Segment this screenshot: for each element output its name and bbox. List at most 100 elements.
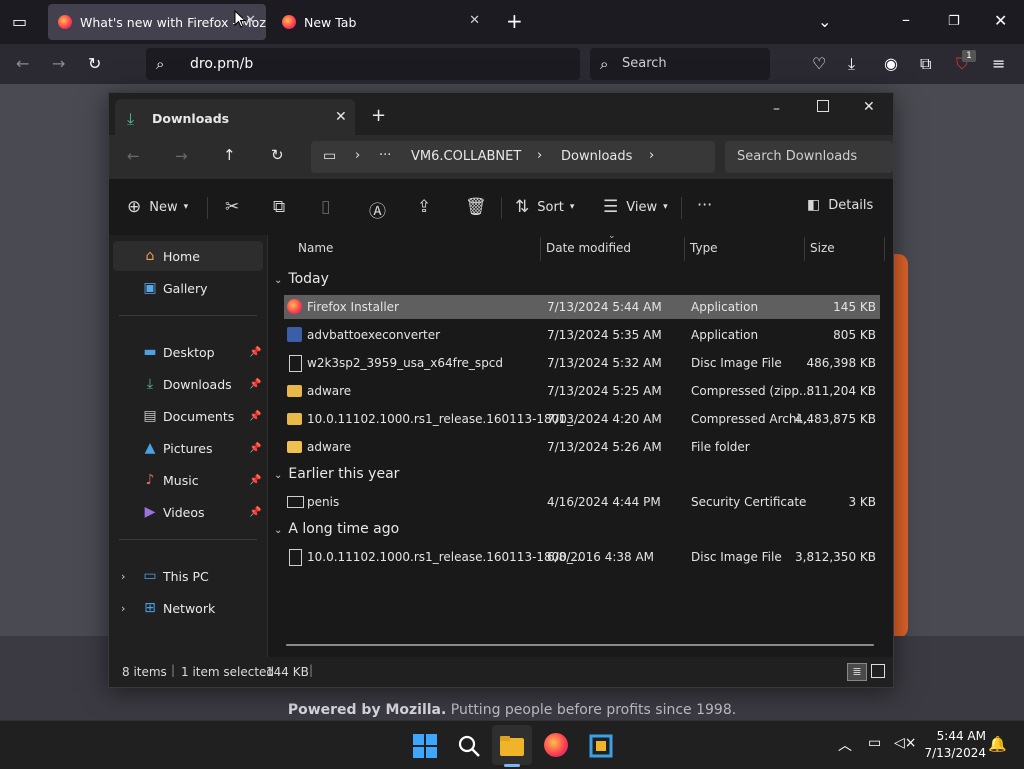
pocket-icon[interactable]: ♡ <box>812 56 826 72</box>
column-header-size[interactable]: Size <box>810 235 835 261</box>
paste-button[interactable]: ▯ <box>321 197 330 217</box>
forward-arrow-icon[interactable]: → <box>52 56 65 72</box>
group-header-a-long-time-ago[interactable]: ⌄ A long time ago <box>274 521 399 537</box>
table-row[interactable]: Firefox Installer 7/13/2024 5:44 AM Appl… <box>284 295 880 319</box>
column-divider[interactable] <box>884 237 885 261</box>
chevron-right-icon[interactable]: › <box>537 148 542 163</box>
back-arrow-icon[interactable]: ← <box>16 56 29 72</box>
column-divider[interactable] <box>684 237 685 261</box>
extensions-icon[interactable]: ⧉ <box>920 56 931 72</box>
nav-item-downloads[interactable]: ⤓ Downloads 📌 <box>109 369 267 399</box>
clock-date[interactable]: 7/13/2024 <box>912 746 986 760</box>
breadcrumb-more[interactable]: ··· <box>379 148 391 163</box>
table-row[interactable]: adware 7/13/2024 5:25 AM Compressed (zip… <box>284 379 880 403</box>
table-row[interactable]: advbattoexeconverter 7/13/2024 5:35 AM A… <box>284 323 880 347</box>
browser-tab-new-tab[interactable]: New Tab ✕ <box>272 4 490 40</box>
horizontal-scrollbar[interactable] <box>286 644 874 646</box>
refresh-icon[interactable]: ↻ <box>271 146 284 164</box>
table-row[interactable]: 10.0.11102.1000.rs1_release.160113-1800_… <box>284 407 880 431</box>
delete-button[interactable]: 🗑 <box>465 197 487 217</box>
chevron-right-icon[interactable]: › <box>121 570 125 583</box>
cut-button[interactable]: ✂ <box>225 197 239 217</box>
table-row[interactable]: adware 7/13/2024 5:26 AM File folder <box>284 435 880 459</box>
chevron-right-icon[interactable]: › <box>355 148 360 163</box>
reload-icon[interactable]: ↻ <box>88 56 101 72</box>
sort-button[interactable]: ⇅ Sort ▾ <box>515 197 574 217</box>
close-window-icon[interactable]: ✕ <box>994 13 1007 29</box>
explorer-titlebar: ⤓ Downloads ✕ + – ✕ <box>109 93 893 141</box>
new-button[interactable]: ⊕ New ▾ <box>127 197 188 217</box>
nav-item-this-pc[interactable]: › ▭ This PC <box>109 561 267 591</box>
account-icon[interactable]: ◉ <box>884 56 898 72</box>
view-button[interactable]: ☰ View ▾ <box>603 197 668 217</box>
share-button[interactable]: ⇪ <box>417 197 431 217</box>
new-tab-plus-icon[interactable]: + <box>371 105 386 126</box>
nav-item-gallery[interactable]: ▣ Gallery <box>109 273 267 303</box>
group-header-earlier-this-year[interactable]: ⌄ Earlier this year <box>274 466 399 482</box>
notification-bell-icon[interactable]: 🔔 <box>988 735 1007 753</box>
column-divider[interactable] <box>804 237 805 261</box>
firefox-taskbar-icon[interactable] <box>544 733 568 757</box>
search-icon[interactable] <box>456 733 482 759</box>
pin-icon[interactable]: 📌 <box>249 379 261 390</box>
column-header-date[interactable]: Date modified <box>546 235 631 261</box>
close-tab-icon[interactable]: ✕ <box>335 109 347 125</box>
close-tab-icon[interactable]: ✕ <box>469 13 480 28</box>
chevron-down-icon: ▾ <box>183 202 189 212</box>
nav-item-documents[interactable]: ▤ Documents 📌 <box>109 401 267 431</box>
windows-start-icon[interactable] <box>412 733 438 759</box>
pin-icon[interactable]: 📌 <box>249 507 261 518</box>
display-icon[interactable]: ▭ <box>868 735 881 751</box>
minimize-icon[interactable]: – <box>902 12 910 28</box>
nav-item-desktop[interactable]: ▬ Desktop 📌 <box>109 337 267 367</box>
column-header-name[interactable]: Name <box>298 235 333 261</box>
breadcrumb-vm6[interactable]: VM6.COLLABNET <box>411 149 521 164</box>
back-arrow-icon[interactable]: ← <box>127 147 140 165</box>
pin-icon[interactable]: 📌 <box>249 411 261 422</box>
pin-icon[interactable]: 📌 <box>249 475 261 486</box>
more-options-button[interactable]: ··· <box>697 195 712 214</box>
up-arrow-icon[interactable]: ↑ <box>223 146 236 164</box>
nav-item-network[interactable]: › ⊞ Network <box>109 593 267 623</box>
share-icon: ⇪ <box>417 197 432 217</box>
tiles-view-icon[interactable] <box>871 664 885 678</box>
chevron-right-icon[interactable]: › <box>649 148 654 163</box>
minimize-icon[interactable]: – <box>773 101 780 117</box>
url-bar[interactable]: ⌕ dro.pm/b <box>146 48 580 80</box>
details-pane-button[interactable]: ◧ Details <box>807 197 873 213</box>
close-window-icon[interactable]: ✕ <box>863 99 875 115</box>
downloads-icon[interactable]: ⤓ <box>848 56 855 72</box>
tab-list-icon[interactable]: ▭ <box>12 14 27 30</box>
file-explorer-icon[interactable] <box>499 733 525 759</box>
nav-item-videos[interactable]: ▶ Videos 📌 <box>109 497 267 527</box>
list-all-tabs-chevron-icon[interactable]: ⌄ <box>818 14 831 30</box>
pin-icon[interactable]: 📌 <box>249 347 261 358</box>
copy-button[interactable]: ⧉ <box>273 197 285 217</box>
nav-item-music[interactable]: ♪ Music 📌 <box>109 465 267 495</box>
restore-icon[interactable]: ❐ <box>948 14 960 30</box>
details-view-icon[interactable]: ≣ <box>847 663 867 681</box>
column-header-type[interactable]: Type <box>690 235 718 261</box>
rename-button[interactable]: Ⓐ <box>369 197 386 222</box>
nav-item-pictures[interactable]: ▲ Pictures 📌 <box>109 433 267 463</box>
menu-hamburger-icon[interactable]: ≡ <box>992 56 1005 72</box>
breadcrumb-downloads[interactable]: Downloads <box>561 149 632 164</box>
column-divider[interactable] <box>540 237 541 261</box>
nav-item-home[interactable]: ⌂ Home <box>113 241 263 271</box>
browser-search-bar[interactable]: ⌕ Search <box>590 48 770 80</box>
table-row[interactable]: 10.0.11102.1000.rs1_release.160113-1800_… <box>284 545 880 569</box>
virtualbox-icon[interactable] <box>588 733 614 759</box>
new-tab-plus-icon[interactable]: + <box>506 11 523 31</box>
chevron-right-icon[interactable]: › <box>121 602 125 615</box>
explorer-search-box[interactable]: Search Downloads <box>725 141 893 173</box>
clock-time[interactable]: 5:44 AM <box>928 729 986 743</box>
pin-icon[interactable]: 📌 <box>249 443 261 454</box>
table-row[interactable]: penis 4/16/2024 4:44 PM Security Certifi… <box>284 490 880 514</box>
table-row[interactable]: w2k3sp2_3959_usa_x64fre_spcd 7/13/2024 5… <box>284 351 880 375</box>
forward-arrow-icon[interactable]: → <box>175 147 188 165</box>
close-tab-icon[interactable]: ✕ <box>245 13 256 28</box>
chevron-up-icon[interactable]: ︿ <box>838 735 852 755</box>
maximize-icon[interactable] <box>817 100 829 112</box>
group-header-today[interactable]: ⌄ Today <box>274 271 329 287</box>
address-bar[interactable]: ▭ › ··· VM6.COLLABNET › Downloads › <box>311 141 715 173</box>
